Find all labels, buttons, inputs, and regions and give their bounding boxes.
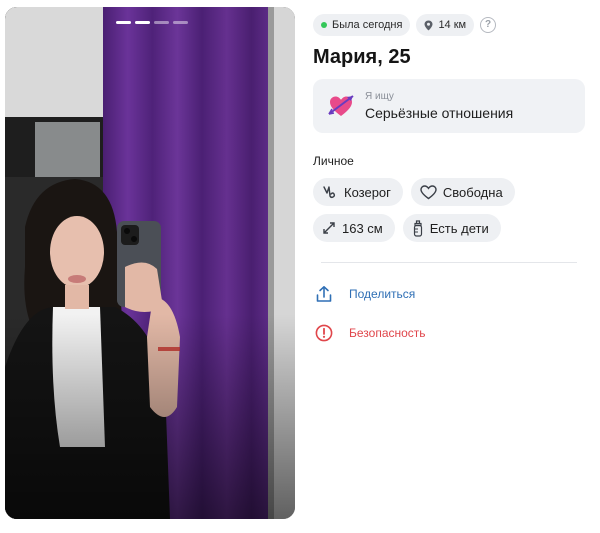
section-divider: [321, 262, 577, 263]
capricorn-icon: [323, 186, 336, 199]
safety-button[interactable]: Безопасность: [315, 321, 585, 345]
safety-label: Безопасность: [349, 326, 426, 340]
help-icon[interactable]: ?: [480, 17, 497, 33]
photo-image: [5, 7, 295, 519]
photo-dot[interactable]: [154, 21, 169, 24]
online-dot-icon: [321, 22, 327, 28]
zodiac-chip: Козерог: [313, 178, 403, 206]
share-label: Поделиться: [349, 287, 416, 301]
share-icon: [316, 286, 332, 302]
zodiac-label: Козерог: [344, 184, 391, 200]
distance-label: 14 км: [438, 19, 467, 31]
online-status-label: Была сегодня: [332, 19, 403, 31]
height-label: 163 см: [342, 220, 383, 236]
looking-for-value: Серьёзные отношения: [365, 105, 514, 121]
photo-pagination: [116, 21, 188, 24]
relationship-status-label: Свободна: [442, 184, 503, 200]
location-pin-icon: [424, 20, 433, 30]
relationship-status-chip: Свободна: [410, 178, 515, 206]
heart-outline-icon: [420, 184, 437, 199]
looking-for-card: Я ищу Серьёзные отношения: [313, 79, 585, 133]
heart-arrow-icon: [328, 95, 354, 116]
distance-badge: 14 км: [416, 14, 475, 36]
height-arrows-icon: [323, 222, 335, 234]
photo-dot[interactable]: [173, 21, 188, 24]
children-label: Есть дети: [429, 220, 489, 236]
profile-info-panel: Была сегодня 14 км ? Мария, 25 Я ищу Сер…: [313, 14, 585, 345]
personal-section-title: Личное: [313, 154, 354, 168]
profile-photo[interactable]: [5, 7, 295, 519]
height-chip: 163 см: [313, 214, 395, 242]
online-status-badge: Была сегодня: [313, 14, 411, 36]
personal-chips-row: Козерог Свободна: [313, 178, 585, 206]
share-button[interactable]: Поделиться: [315, 282, 585, 306]
warning-icon: [315, 324, 333, 342]
children-chip: Есть дети: [402, 214, 501, 242]
photo-dot[interactable]: [116, 21, 131, 24]
personal-chips-row: 163 см Есть дети: [313, 214, 585, 242]
status-row: Была сегодня 14 км ?: [313, 14, 585, 36]
profile-name-age: Мария, 25: [313, 46, 411, 68]
baby-bottle-icon: [413, 219, 422, 237]
photo-dot[interactable]: [135, 21, 150, 24]
looking-for-label: Я ищу: [365, 91, 394, 102]
